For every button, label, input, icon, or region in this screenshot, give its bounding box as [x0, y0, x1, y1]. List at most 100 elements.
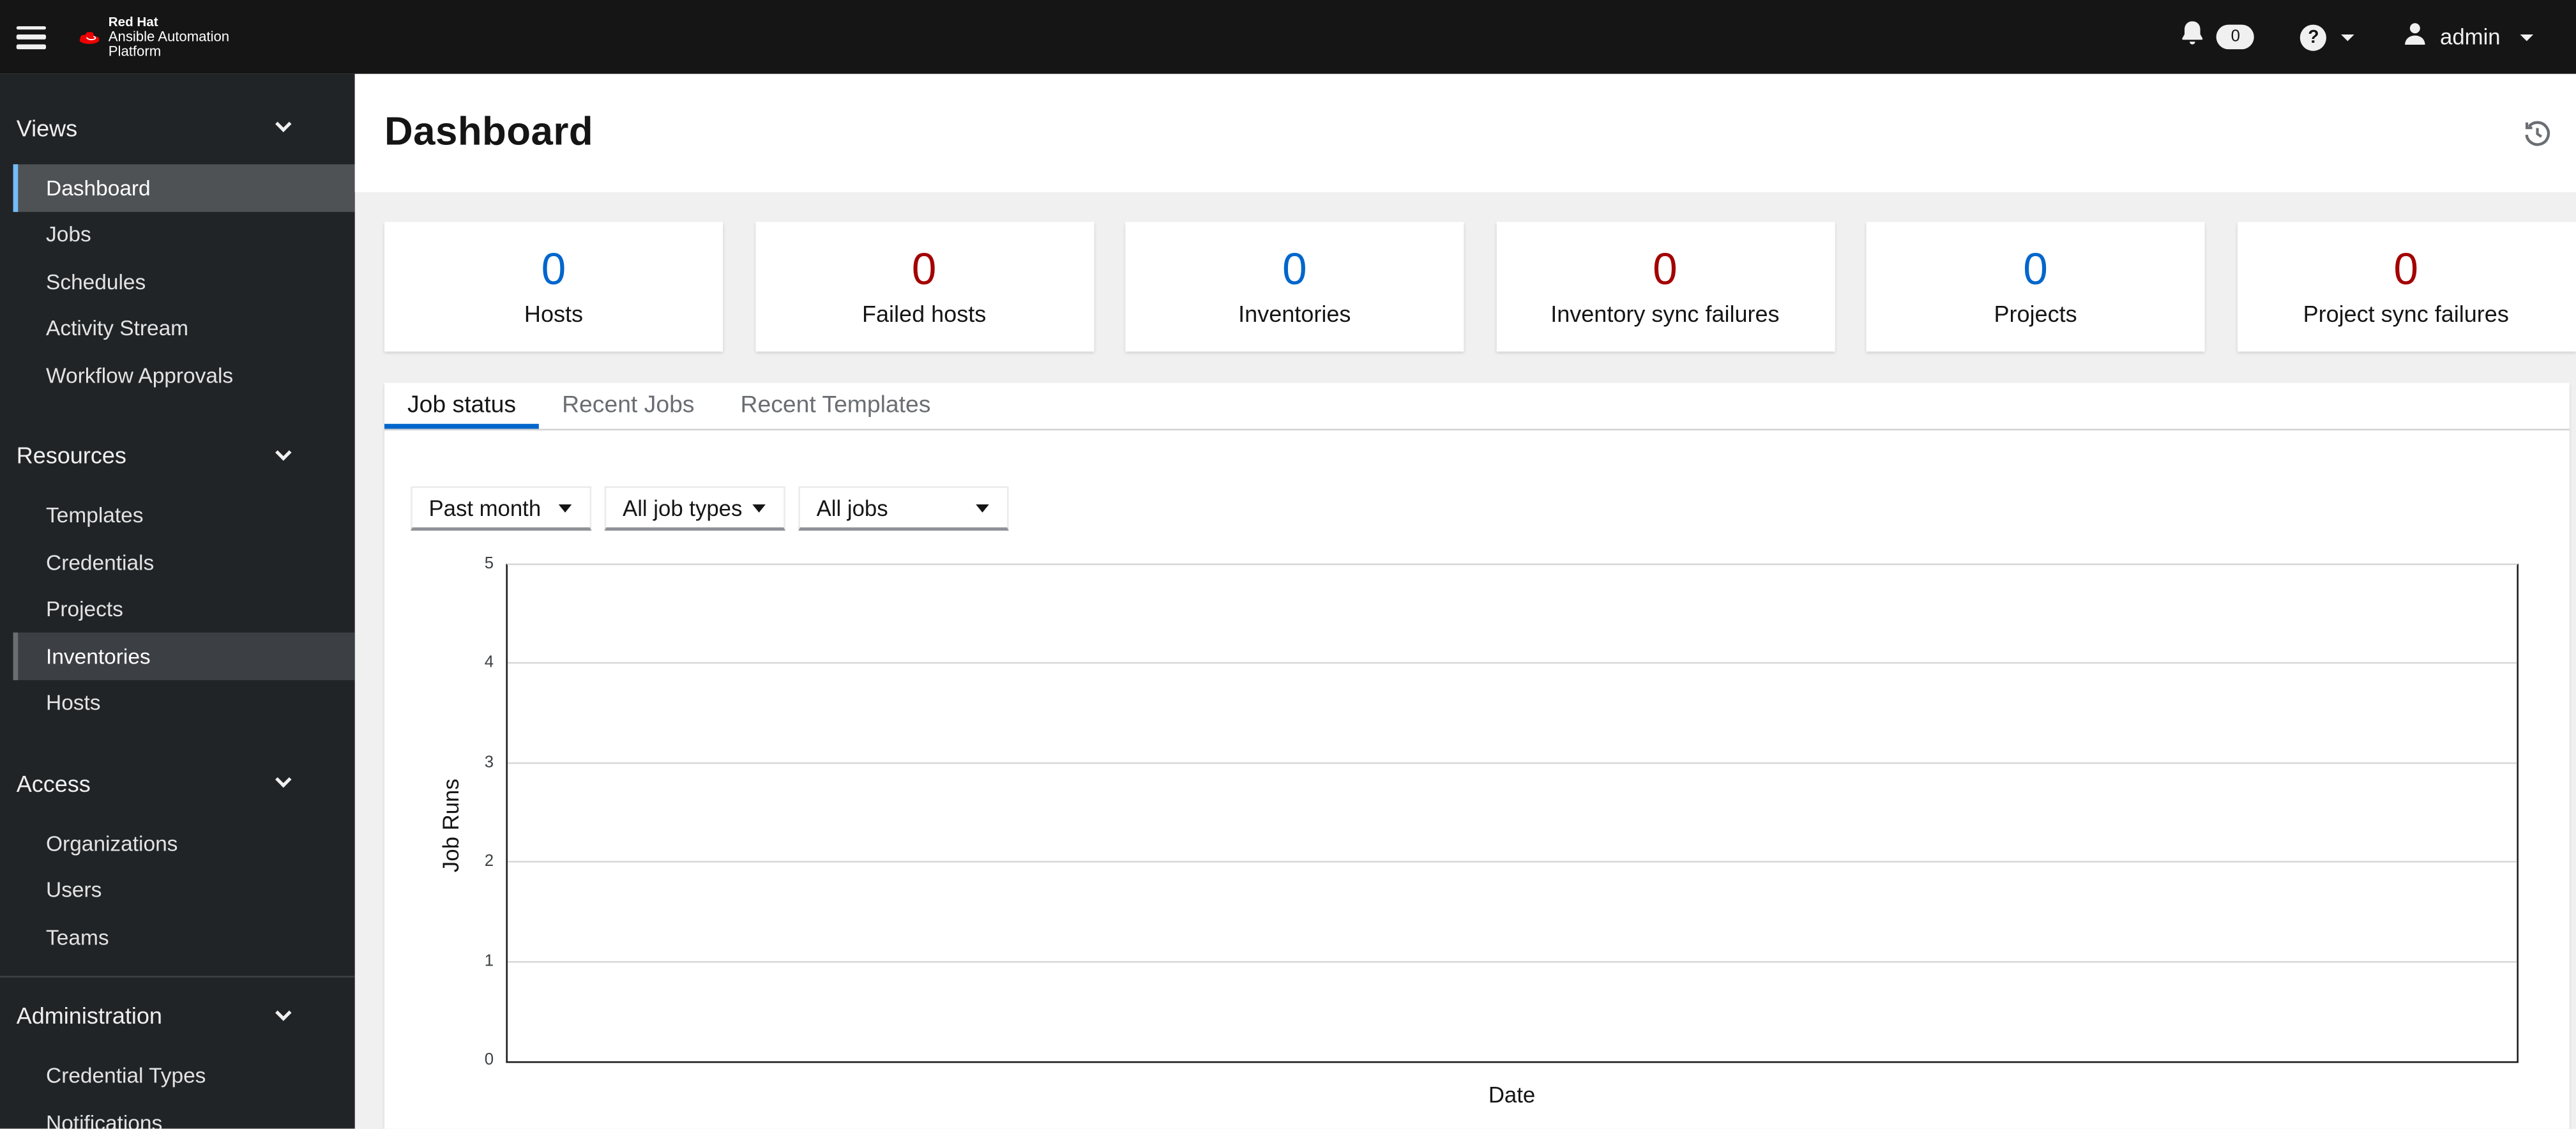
page-title: Dashboard	[384, 110, 594, 155]
sidebar-item-credential-types[interactable]: Credential Types	[0, 1052, 355, 1099]
select-value: All job types	[623, 495, 743, 520]
y-tick-label: 0	[484, 1051, 494, 1070]
tabs: Job status Recent Jobs Recent Templates	[384, 383, 2569, 431]
chart-x-axis-label: Date	[1488, 1082, 1536, 1107]
brand-logo[interactable]: Red Hat Ansible Automation Platform	[79, 15, 230, 59]
sidebar-item-teams[interactable]: Teams	[0, 913, 355, 960]
help-icon[interactable]: ?	[2300, 24, 2327, 50]
sidebar-section-access: Access Organizations Users Teams	[0, 761, 355, 960]
page-header: Dashboard	[354, 73, 2576, 193]
chevron-down-icon	[275, 771, 292, 788]
gridline	[506, 762, 2517, 764]
summary-card-hosts[interactable]: 0 Hosts	[384, 222, 723, 352]
card-count-link[interactable]: 0	[1653, 246, 1678, 292]
sidebar-group-label: Resources	[16, 442, 126, 469]
card-count-link[interactable]: 0	[1282, 246, 1307, 292]
summary-cards-row: 0 Hosts 0 Failed hosts 0 Inventories 0 Inventor…	[384, 222, 2576, 352]
sidebar-item-dashboard[interactable]: Dashboard	[13, 164, 355, 211]
tab-job-status[interactable]: Job status	[384, 383, 539, 428]
card-label: Projects	[1994, 300, 2077, 327]
summary-card-inventory-sync-failures[interactable]: 0 Inventory sync failures	[1496, 222, 1835, 352]
sidebar-section-resources: Resources Templates Credentials Projects Inv…	[0, 433, 355, 726]
sidebar-item-schedules[interactable]: Schedules	[0, 258, 355, 305]
select-value: All jobs	[816, 495, 888, 520]
dashboard-graph-panel: Job status Recent Jobs Recent Templates Pa…	[384, 383, 2569, 1129]
sidebar-group-views[interactable]: Views	[0, 105, 355, 149]
sidebar-item-workflow-approvals[interactable]: Workflow Approvals	[0, 352, 355, 398]
card-count-link[interactable]: 0	[542, 246, 566, 292]
select-value: Past month	[428, 495, 542, 520]
sidebar-group-items: Templates Credentials Projects Inventories H…	[0, 492, 355, 727]
caret-down-icon	[558, 503, 572, 512]
sidebar-group-items: Credential Types Notifications	[0, 1052, 355, 1129]
sidebar-group-items: Dashboard Jobs Schedules Activity Stream Wor…	[0, 164, 355, 398]
content: 0 Hosts 0 Failed hosts 0 Inventories 0 Inventor…	[355, 192, 2576, 1129]
card-count-link[interactable]: 0	[912, 246, 937, 292]
user-icon	[2404, 20, 2427, 53]
sidebar-item-templates[interactable]: Templates	[0, 492, 355, 539]
gridline	[506, 960, 2517, 962]
sidebar-item-activity-stream[interactable]: Activity Stream	[0, 305, 355, 351]
chart-plot-area: 0 1 2 3 4 5	[485, 556, 2519, 1069]
y-tick-label: 3	[484, 754, 494, 772]
summary-card-project-sync-failures[interactable]: 0 Project sync failures	[2236, 222, 2575, 352]
sidebar-group-resources[interactable]: Resources	[0, 433, 355, 477]
sidebar-divider	[0, 974, 355, 977]
card-label: Inventories	[1238, 300, 1351, 327]
help-caret-down-icon[interactable]	[2341, 33, 2355, 41]
sidebar-group-access[interactable]: Access	[0, 761, 355, 805]
sidebar-item-jobs[interactable]: Jobs	[0, 211, 355, 258]
main-area: Dashboard 0 Hosts 0 Failed hosts 0 Inventorie…	[354, 73, 2576, 1129]
sidebar-group-label: Views	[16, 114, 78, 140]
summary-card-failed-hosts[interactable]: 0 Failed hosts	[755, 222, 1094, 352]
card-count-link[interactable]: 0	[2023, 246, 2048, 292]
brand-text: Red Hat Ansible Automation Platform	[108, 15, 230, 59]
app-window: Red Hat Ansible Automation Platform 0 ?	[0, 0, 2576, 1129]
redhat-fedora-icon	[79, 29, 100, 45]
y-tick-label: 4	[484, 654, 494, 673]
masthead: Red Hat Ansible Automation Platform 0 ?	[0, 0, 2576, 74]
filter-select-all-job-types[interactable]: All job types	[604, 486, 785, 531]
sidebar-item-inventories[interactable]: Inventories	[13, 632, 355, 679]
bell-icon[interactable]	[2181, 20, 2206, 54]
masthead-toolbar: 0 ? admin	[2181, 20, 2576, 54]
user-menu-label[interactable]: admin	[2440, 25, 2501, 50]
gridline	[506, 662, 2517, 665]
sidebar-group-administration[interactable]: Administration	[0, 993, 355, 1037]
sidebar-section-views: Views Dashboard Jobs Schedules Activity Stre…	[0, 105, 355, 398]
y-tick-label: 5	[484, 555, 494, 573]
card-label: Failed hosts	[862, 300, 987, 327]
chevron-down-icon	[275, 1004, 292, 1020]
sidebar-item-credentials[interactable]: Credentials	[0, 539, 355, 586]
filter-select-all-jobs[interactable]: All jobs	[798, 486, 1009, 531]
sidebar-section-administration: Administration Credential Types Notificati…	[0, 993, 355, 1129]
y-tick-label: 2	[484, 852, 494, 872]
chart-filters: Past month All job types All jobs	[411, 486, 2568, 531]
job-status-chart: Job Runs 0 1 2 3 4 5 Date	[384, 531, 2568, 1129]
brand-line-3: Platform	[108, 42, 162, 59]
card-label: Hosts	[524, 300, 584, 327]
nav-toggle-button[interactable]	[16, 25, 47, 49]
sidebar-group-label: Administration	[16, 1002, 162, 1029]
tab-recent-templates[interactable]: Recent Templates	[718, 383, 954, 428]
y-tick-label: 1	[484, 952, 494, 971]
user-caret-down-icon[interactable]	[2520, 33, 2534, 41]
history-icon[interactable]	[2524, 119, 2552, 148]
sidebar-group-items: Organizations Users Teams	[0, 820, 355, 960]
card-count-link[interactable]: 0	[2393, 246, 2418, 292]
summary-card-inventories[interactable]: 0 Inventories	[1125, 222, 1464, 352]
brand-line-2: Ansible Automation	[108, 27, 230, 45]
sidebar-item-projects[interactable]: Projects	[0, 586, 355, 632]
sidebar-nav: Views Dashboard Jobs Schedules Activity Stre…	[0, 73, 355, 1129]
notifications-count-badge[interactable]: 0	[2216, 24, 2255, 50]
sidebar-item-users[interactable]: Users	[0, 867, 355, 913]
sidebar-item-notifications[interactable]: Notifications	[0, 1099, 355, 1129]
tab-recent-jobs[interactable]: Recent Jobs	[539, 383, 717, 428]
sidebar-item-organizations[interactable]: Organizations	[0, 820, 355, 867]
chevron-down-icon	[275, 443, 292, 460]
summary-card-projects[interactable]: 0 Projects	[1866, 222, 2205, 352]
sidebar-item-hosts[interactable]: Hosts	[0, 679, 355, 726]
filter-select-past-month[interactable]: Past month	[411, 486, 592, 531]
card-label: Inventory sync failures	[1550, 300, 1780, 327]
gridline	[506, 861, 2517, 863]
